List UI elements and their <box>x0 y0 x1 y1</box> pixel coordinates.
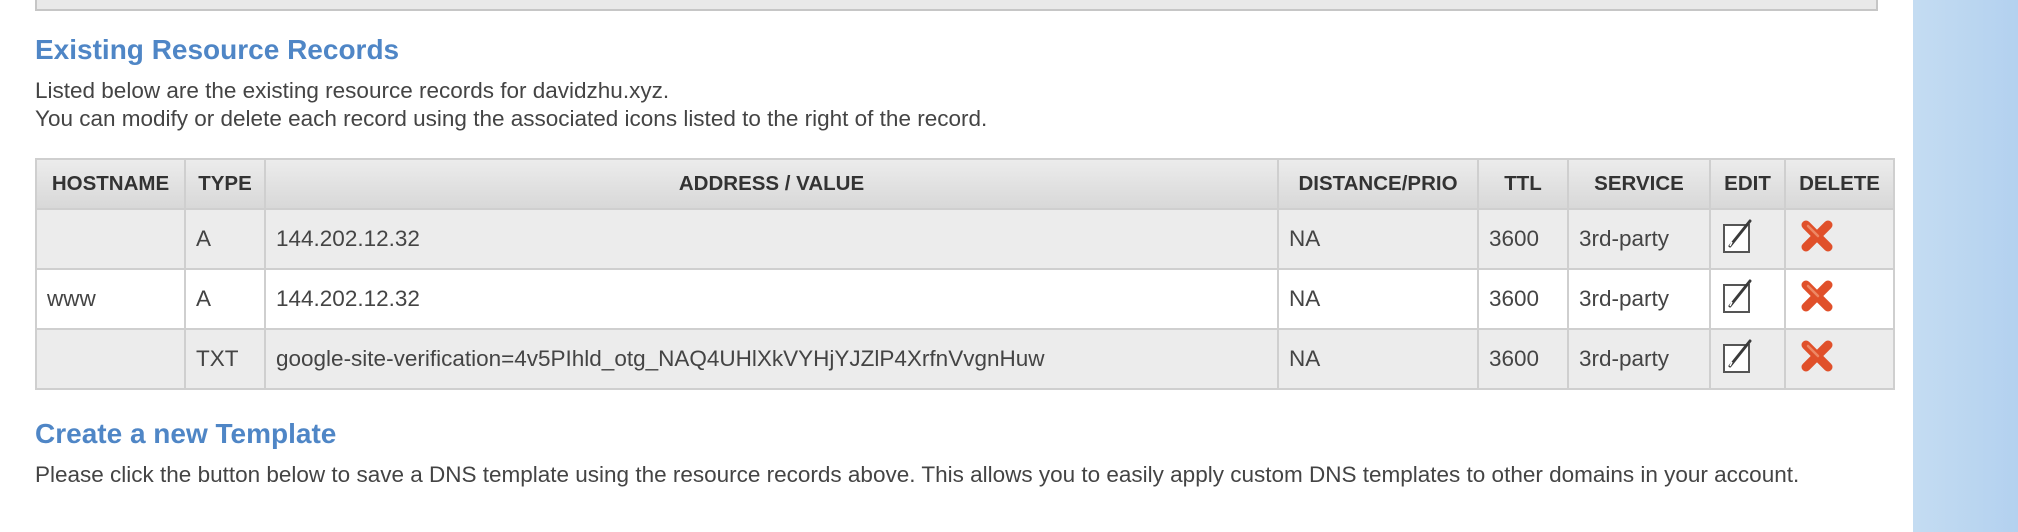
cell-hostname: www <box>35 268 186 330</box>
column-header-edit: EDIT <box>1709 158 1786 210</box>
column-header-hostname: HOSTNAME <box>35 158 186 210</box>
cell-edit <box>1709 268 1786 330</box>
cell-hostname <box>35 208 186 270</box>
cell-distance-prio: NA <box>1277 328 1479 390</box>
create-template-description: Please click the button below to save a … <box>35 462 1800 487</box>
pencil-edit-icon[interactable] <box>1721 277 1755 321</box>
cell-ttl: 3600 <box>1477 328 1569 390</box>
cell-ttl: 3600 <box>1477 268 1569 330</box>
column-header-address-value: ADDRESS / VALUE <box>264 158 1279 210</box>
cell-service: 3rd-party <box>1567 208 1711 270</box>
column-header-service: SERVICE <box>1567 158 1711 210</box>
table-row: TXT google-site-verification=4v5PIhld_ot… <box>35 328 1895 390</box>
pencil-edit-icon[interactable] <box>1721 337 1755 381</box>
cell-type: TXT <box>184 328 266 390</box>
cell-delete <box>1784 328 1895 390</box>
top-panel-edge <box>35 0 1878 11</box>
table-header-row: HOSTNAME TYPE ADDRESS / VALUE DISTANCE/P… <box>35 158 1895 210</box>
column-header-distance-prio: DISTANCE/PRIO <box>1277 158 1479 210</box>
cell-type: A <box>184 208 266 270</box>
create-template-heading: Create a new Template <box>35 418 337 449</box>
cell-distance-prio: NA <box>1277 268 1479 330</box>
cell-edit <box>1709 208 1786 270</box>
cell-service: 3rd-party <box>1567 328 1711 390</box>
pencil-edit-icon[interactable] <box>1721 217 1755 261</box>
existing-records-description: Listed below are the existing resource r… <box>35 77 1835 133</box>
existing-records-heading: Existing Resource Records <box>35 34 400 65</box>
cell-type: A <box>184 268 266 330</box>
cell-address-value: google-site-verification=4v5PIhld_otg_NA… <box>264 328 1279 390</box>
red-x-delete-icon[interactable] <box>1796 335 1838 383</box>
resource-records-table: HOSTNAME TYPE ADDRESS / VALUE DISTANCE/P… <box>35 158 1895 390</box>
column-header-delete: DELETE <box>1784 158 1895 210</box>
red-x-delete-icon[interactable] <box>1796 215 1838 263</box>
cell-ttl: 3600 <box>1477 208 1569 270</box>
cell-address-value: 144.202.12.32 <box>264 268 1279 330</box>
table-row: A 144.202.12.32 NA 3600 3rd-party <box>35 208 1895 270</box>
table-row: www A 144.202.12.32 NA 3600 3rd-party <box>35 268 1895 330</box>
column-header-ttl: TTL <box>1477 158 1569 210</box>
cell-delete <box>1784 208 1895 270</box>
cell-address-value: 144.202.12.32 <box>264 208 1279 270</box>
cell-distance-prio: NA <box>1277 208 1479 270</box>
column-header-type: TYPE <box>184 158 266 210</box>
cell-hostname <box>35 328 186 390</box>
cell-edit <box>1709 328 1786 390</box>
cell-service: 3rd-party <box>1567 268 1711 330</box>
right-background-panel <box>1913 0 2018 532</box>
existing-records-description-line1: Listed below are the existing resource r… <box>35 78 670 103</box>
cell-delete <box>1784 268 1895 330</box>
red-x-delete-icon[interactable] <box>1796 275 1838 323</box>
existing-records-description-line2: You can modify or delete each record usi… <box>35 106 988 131</box>
